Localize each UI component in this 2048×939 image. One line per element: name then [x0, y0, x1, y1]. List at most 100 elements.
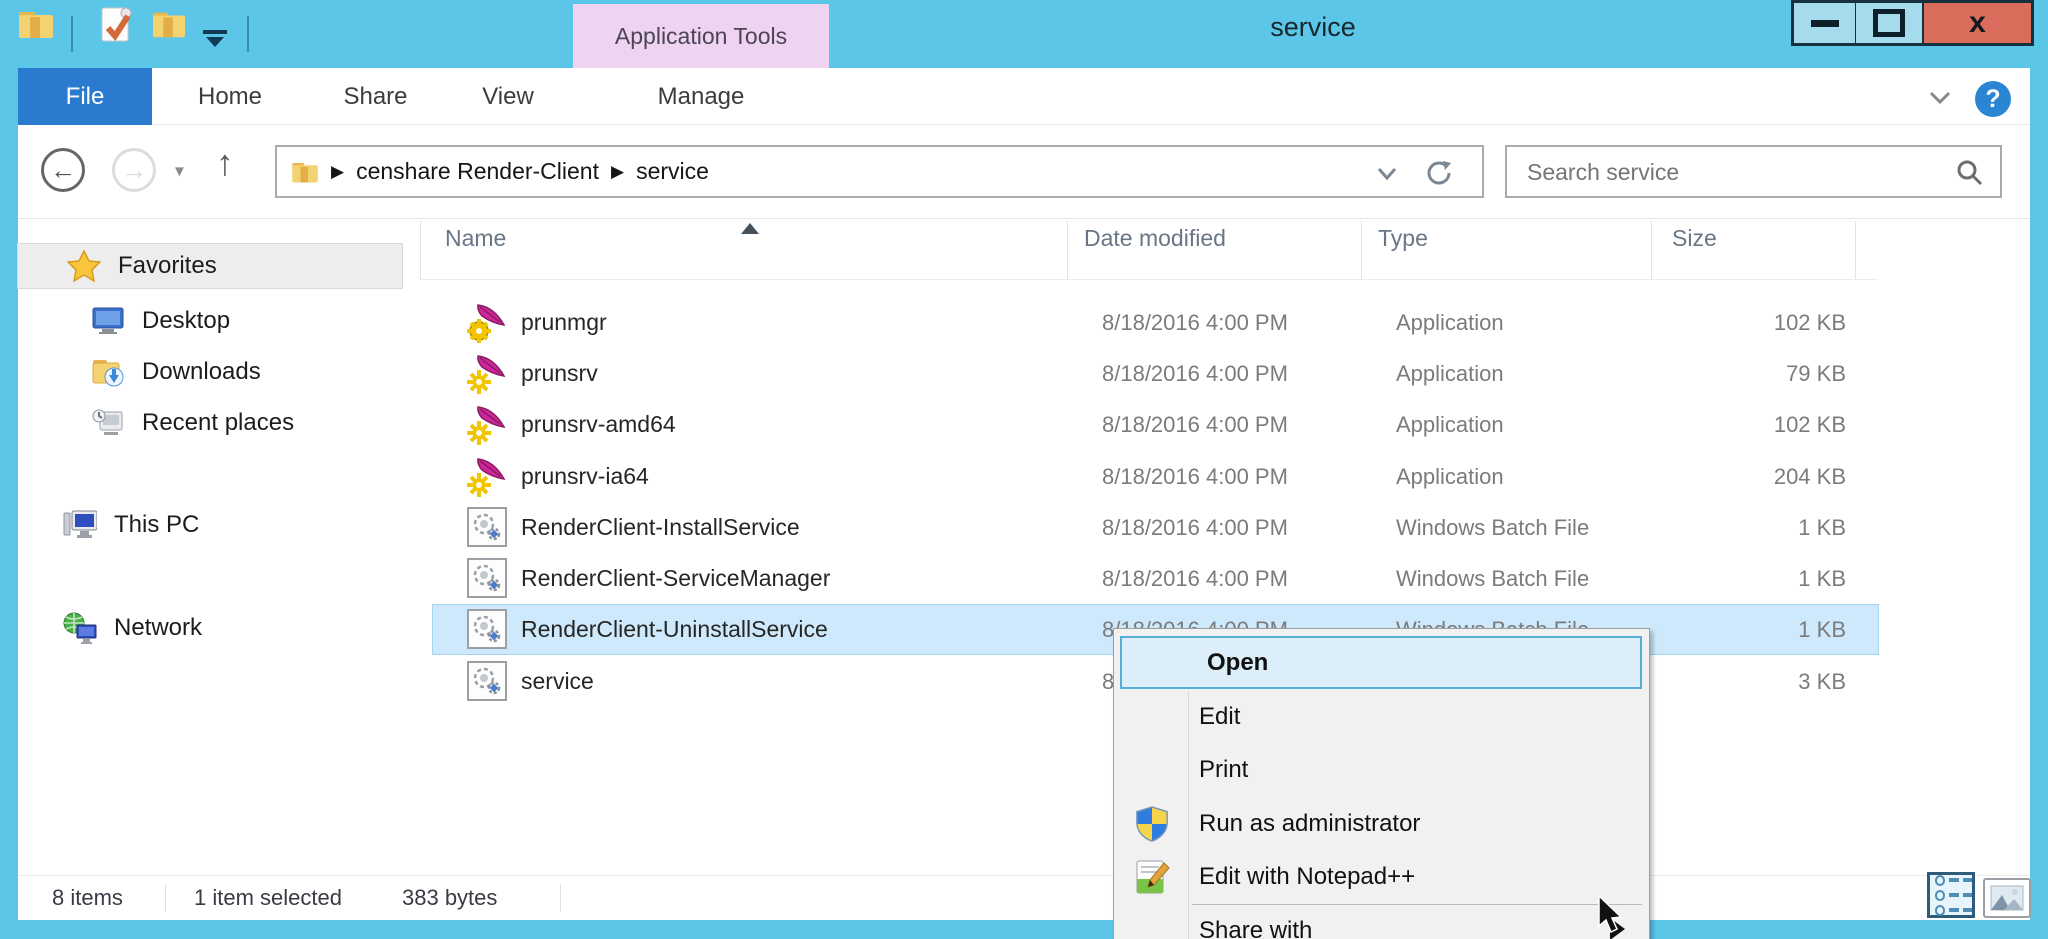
breadcrumb-arrow-icon: ▶	[611, 162, 624, 182]
properties-check-icon[interactable]	[98, 6, 134, 44]
file-row[interactable]: prunmgr 8/18/2016 4:00 PM Application 10…	[433, 298, 1878, 347]
batch-file-icon	[466, 506, 508, 548]
collapse-ribbon-chevron-icon[interactable]	[1925, 88, 1955, 108]
sidebar-item-recent-places[interactable]: Recent places	[90, 401, 294, 445]
details-view-button[interactable]	[1927, 872, 1975, 918]
search-icon[interactable]	[1954, 158, 1984, 188]
new-folder-icon[interactable]	[152, 8, 186, 40]
menu-item-run-as-administrator[interactable]: Run as administrator	[1114, 803, 1649, 845]
breadcrumb-segment[interactable]: censhare Render-Client	[356, 158, 599, 185]
up-button[interactable]: ↑	[216, 142, 234, 184]
sidebar-item-desktop[interactable]: Desktop	[90, 299, 230, 343]
tab-file[interactable]: File	[18, 68, 152, 125]
file-row[interactable]: RenderClient-ServiceManager 8/18/2016 4:…	[433, 554, 1878, 603]
maximize-button[interactable]	[1855, 0, 1923, 46]
menu-item-print[interactable]: Print	[1114, 749, 1649, 791]
sidebar-item-network[interactable]: Network	[62, 606, 202, 650]
column-divider[interactable]	[1067, 221, 1068, 279]
help-icon[interactable]: ?	[1975, 81, 2011, 117]
file-name: service	[521, 657, 594, 706]
batch-file-icon	[466, 660, 508, 702]
file-size: 3 KB	[1669, 657, 1846, 706]
recent-places-icon	[90, 408, 126, 438]
notepad-plus-plus-icon	[1134, 859, 1170, 895]
selection-size: 383 bytes	[402, 876, 497, 920]
network-icon	[62, 612, 98, 644]
batch-file-icon	[466, 608, 508, 650]
column-header-date-modified[interactable]: Date modified	[1084, 225, 1226, 252]
tab-view[interactable]: View	[443, 68, 573, 125]
file-size: 1 KB	[1669, 503, 1846, 552]
computer-icon	[62, 510, 98, 540]
procrun-icon	[466, 455, 510, 499]
menu-item-share-with[interactable]: Share with	[1114, 910, 1649, 939]
menu-item-edit[interactable]: Edit	[1114, 696, 1649, 738]
customize-quick-access-dropdown[interactable]	[203, 30, 227, 47]
file-size: 79 KB	[1669, 349, 1846, 398]
breadcrumb-segment[interactable]: service	[636, 158, 709, 185]
tab-home[interactable]: Home	[152, 68, 308, 125]
file-name: RenderClient-ServiceManager	[521, 554, 830, 603]
file-row[interactable]: prunsrv-amd64 8/18/2016 4:00 PM Applicat…	[433, 400, 1878, 449]
file-type: Application	[1396, 349, 1504, 398]
close-button[interactable]: x	[1922, 0, 2034, 46]
thumbnail-view-icon	[1990, 885, 2024, 911]
sidebar-item-this-pc[interactable]: This PC	[62, 503, 199, 547]
file-name: prunsrv-ia64	[521, 452, 649, 501]
explorer-folder-icon[interactable]	[18, 8, 54, 40]
titlebar-separator	[247, 16, 249, 52]
column-divider[interactable]	[1855, 221, 1856, 279]
close-icon: x	[1969, 8, 1986, 38]
minimize-button[interactable]	[1791, 0, 1857, 46]
file-type: Application	[1396, 298, 1504, 347]
file-row[interactable]: RenderClient-InstallService 8/18/2016 4:…	[433, 503, 1878, 552]
file-size: 102 KB	[1669, 298, 1846, 347]
file-name: RenderClient-UninstallService	[521, 605, 828, 654]
main-content: Favorites Desktop	[18, 218, 2030, 875]
context-menu: Open Edit Print Run as administrator	[1113, 628, 1650, 939]
sidebar-item-label: Recent places	[142, 409, 294, 437]
column-divider[interactable]	[1361, 221, 1362, 279]
menu-item-open[interactable]: Open	[1120, 636, 1642, 689]
file-name: prunsrv	[521, 349, 598, 398]
sidebar-item-downloads[interactable]: Downloads	[90, 350, 261, 394]
previous-locations-chevron-icon[interactable]	[1374, 165, 1400, 183]
items-count: 8 items	[52, 876, 123, 920]
tab-manage[interactable]: Manage	[573, 68, 829, 125]
file-size: 204 KB	[1669, 452, 1846, 501]
menu-item-edit-with-notepad-plus-plus[interactable]: Edit with Notepad++	[1114, 856, 1649, 898]
sidebar-item-label: Favorites	[118, 252, 217, 280]
recent-locations-dropdown-icon[interactable]: ▼	[172, 163, 187, 180]
file-date: 8/18/2016 4:00 PM	[1102, 503, 1288, 552]
file-type: Windows Batch File	[1396, 554, 1589, 603]
procrun-icon	[466, 352, 510, 396]
file-date: 8/18/2016 4:00 PM	[1102, 554, 1288, 603]
sort-ascending-icon	[741, 223, 759, 234]
procrun-icon	[466, 301, 510, 345]
file-row[interactable]: prunsrv-ia64 8/18/2016 4:00 PM Applicati…	[433, 452, 1878, 501]
contextual-tab-header: Application Tools	[573, 4, 829, 68]
file-date: 8/18/2016 4:00 PM	[1102, 298, 1288, 347]
thumbnail-view-button[interactable]	[1983, 878, 2031, 918]
column-divider[interactable]	[1651, 221, 1652, 279]
search-box	[1505, 145, 2002, 198]
sidebar-item-favorites[interactable]: Favorites	[18, 244, 402, 288]
column-header-name[interactable]: Name	[445, 225, 506, 252]
column-header-size[interactable]: Size	[1672, 225, 1717, 252]
procrun-icon	[466, 403, 510, 447]
back-button[interactable]: ←	[41, 148, 85, 192]
desktop-icon	[90, 307, 126, 335]
search-input[interactable]	[1507, 147, 1959, 198]
forward-button[interactable]: →	[112, 148, 156, 192]
sidebar-item-label: This PC	[114, 511, 199, 539]
address-bar[interactable]: ▶ censhare Render-Client ▶ service	[275, 145, 1484, 198]
selection-count: 1 item selected	[194, 876, 342, 920]
file-type: Application	[1396, 452, 1504, 501]
uac-shield-icon	[1134, 806, 1170, 842]
tab-share[interactable]: Share	[308, 68, 443, 125]
refresh-icon[interactable]	[1424, 158, 1454, 188]
column-header-type[interactable]: Type	[1378, 225, 1428, 252]
ribbon-tab-row: File Home Share View Manage	[18, 68, 2030, 125]
file-size: 1 KB	[1669, 554, 1846, 603]
file-row[interactable]: prunsrv 8/18/2016 4:00 PM Application 79…	[433, 349, 1878, 398]
